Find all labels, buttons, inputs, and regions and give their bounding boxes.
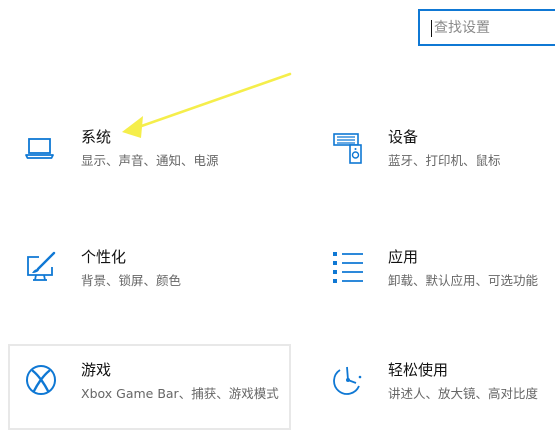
personalization-icon: [24, 250, 58, 284]
category-apps[interactable]: 应用 卸载、默认应用、可选功能: [315, 231, 555, 311]
category-title: 个性化: [81, 248, 127, 266]
search-input[interactable]: [428, 18, 555, 38]
category-title: 应用: [388, 248, 419, 266]
category-description: 蓝牙、打印机、鼠标: [388, 153, 501, 168]
category-system[interactable]: 系统 显示、声音、通知、电源: [8, 111, 298, 191]
category-personalization[interactable]: 个性化 背景、锁屏、颜色: [8, 231, 298, 311]
category-description: 背景、锁屏、颜色: [81, 273, 182, 288]
category-description: 显示、声音、通知、电源: [81, 153, 219, 168]
category-title: 游戏: [81, 361, 112, 379]
apps-icon: [331, 250, 365, 284]
category-gaming[interactable]: 游戏 Xbox Game Bar、捕获、游戏模式: [8, 344, 291, 430]
search-box[interactable]: [418, 9, 555, 46]
category-description: 讲述人、放大镜、高对比度: [388, 386, 539, 401]
category-description: 卸载、默认应用、可选功能: [388, 273, 539, 288]
category-title: 轻松使用: [388, 361, 449, 379]
category-title: 系统: [81, 128, 112, 146]
settings-home: 系统 显示、声音、通知、电源 设备 蓝牙、打印机、鼠标: [0, 0, 555, 430]
xbox-icon: [24, 363, 58, 397]
devices-icon: [331, 130, 365, 164]
laptop-icon: [24, 130, 58, 164]
category-title: 设备: [388, 128, 419, 146]
ease-of-access-icon: [331, 363, 365, 397]
category-devices[interactable]: 设备 蓝牙、打印机、鼠标: [315, 111, 555, 191]
category-ease-of-access[interactable]: 轻松使用 讲述人、放大镜、高对比度: [315, 344, 555, 430]
category-description: Xbox Game Bar、捕获、游戏模式: [81, 386, 279, 401]
